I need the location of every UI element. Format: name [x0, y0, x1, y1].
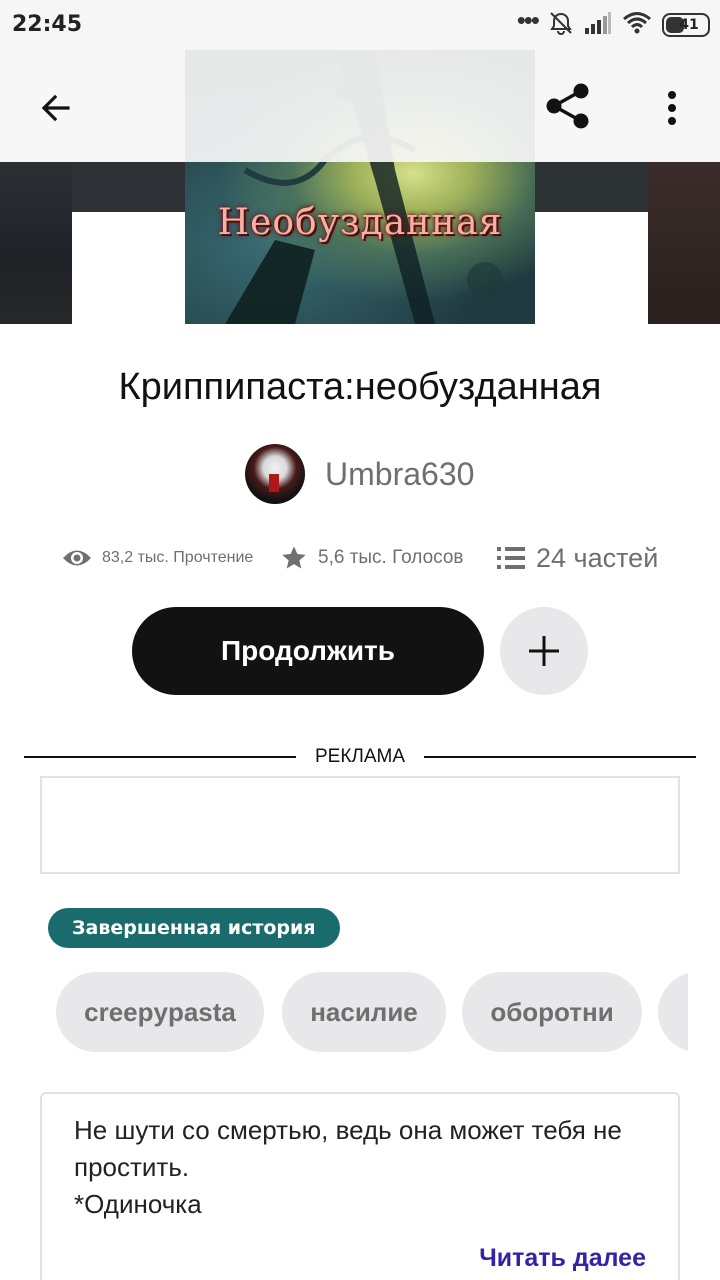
stat-votes: 5,6 тыс. Голосов [280, 538, 464, 578]
story-stats: 83,2 тыс. Прочтение 5,6 тыс. Голосов 24 … [0, 538, 720, 578]
alarm-off-icon [548, 10, 574, 41]
tag-chip-partial[interactable] [658, 972, 688, 1052]
description-text: Не шути со смертью, ведь она может тебя … [74, 1115, 622, 1219]
star-icon [282, 546, 306, 569]
battery-icon: 41 [662, 13, 710, 37]
status-time: 22:45 [12, 12, 83, 37]
tags-row[interactable]: creepypasta насилие оборотни [0, 972, 688, 1052]
toolbar [0, 50, 720, 162]
completed-status-badge: Завершенная история [48, 908, 340, 948]
description-card: Не шути со смертью, ведь она может тебя … [40, 1092, 680, 1280]
more-vertical-icon [668, 91, 676, 125]
tag-chip[interactable]: насилие [282, 972, 446, 1052]
avatar[interactable] [245, 444, 305, 504]
tag-chip[interactable]: оборотни [462, 972, 642, 1052]
story-title: Криппипаста:необузданная [118, 366, 602, 408]
ad-divider-left [24, 756, 296, 758]
cover-prev [0, 162, 72, 324]
more-dots-icon: ••• [516, 5, 540, 35]
add-to-library-button[interactable] [500, 607, 588, 695]
stat-parts[interactable]: 24 частей [496, 538, 658, 578]
read-more-link[interactable]: Читать далее [479, 1244, 646, 1273]
plus-icon [529, 636, 559, 666]
back-arrow-icon [41, 94, 70, 122]
votes-count: 5,6 тыс. Голосов [318, 547, 464, 568]
status-bar: 22:45 ••• 41 [0, 0, 720, 50]
share-button[interactable] [538, 76, 598, 136]
back-button[interactable] [28, 80, 84, 136]
share-icon [546, 83, 589, 129]
cover-carousel[interactable]: Необузданная [0, 50, 720, 325]
cover-title-text: Необузданная [217, 202, 503, 243]
eye-icon [63, 550, 91, 566]
ad-slot[interactable] [40, 776, 680, 874]
cover-prev-top [72, 162, 185, 212]
author-name[interactable]: Umbra630 [325, 456, 474, 493]
continue-reading-button[interactable]: Продолжить [132, 607, 484, 695]
reads-count: 83,2 тыс. Прочтение [102, 549, 254, 566]
ad-divider-right [424, 756, 696, 758]
cover-next [648, 162, 720, 324]
status-icons: ••• 41 [516, 5, 710, 41]
signal-icon [584, 11, 612, 40]
list-icon [497, 547, 525, 569]
tag-chip[interactable]: creepypasta [56, 972, 264, 1052]
more-options-button[interactable] [650, 80, 694, 136]
ad-label: РЕКЛАМА [314, 746, 406, 767]
wifi-icon [622, 11, 652, 40]
parts-count[interactable]: 24 частей [536, 543, 658, 574]
cover-next-top [535, 162, 648, 212]
author-link[interactable]: Umbra630 [245, 444, 474, 504]
battery-level: 41 [679, 17, 699, 33]
stat-reads: 83,2 тыс. Прочтение [62, 538, 253, 578]
